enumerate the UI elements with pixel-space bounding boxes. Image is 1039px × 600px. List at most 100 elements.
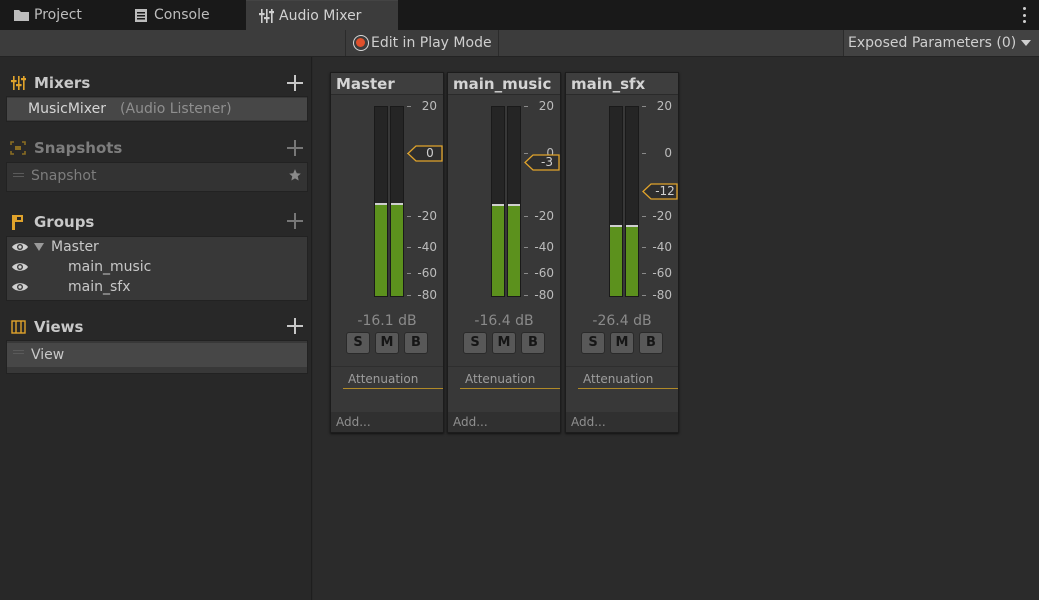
fader-value: -3 [541,155,553,170]
view-item-name: View [31,347,65,363]
drag-handle-icon[interactable] [13,353,24,354]
channel-strip[interactable]: Master200-20-40-60-800-16.1 dBSMBAttenua… [330,72,444,433]
fader-value: -12 [655,183,675,198]
meter-bar [609,106,623,297]
visibility-eye-icon[interactable] [11,261,29,273]
meter-peak [626,224,638,227]
group-item-label: main_sfx [68,279,131,295]
exposed-parameters-label: Exposed Parameters (0) [848,35,1017,51]
views-title: Views [34,318,84,336]
strip-title: Master [331,73,443,95]
snapshots-header: Snapshots [10,138,122,158]
scale-label: -40 [652,240,672,254]
solo-button[interactable]: S [581,332,605,354]
scale-tick [524,106,528,107]
tab-console[interactable]: Console [133,0,210,30]
bypass-button[interactable]: B [404,332,428,354]
snapshots-list: Snapshot [6,162,308,192]
volume-fader-handle[interactable]: -3 [524,154,560,172]
add-group-icon[interactable] [285,211,305,231]
console-icon [133,7,149,23]
mixers-icon [10,75,26,91]
mixer-toolbar: Edit in Play Mode Exposed Parameters (0) [0,30,1039,57]
add-effect-button[interactable]: Add... [566,412,678,432]
tab-project[interactable]: Project [13,0,82,30]
scale-label: -40 [417,240,437,254]
mixer-item[interactable]: MusicMixer (Audio Listener) [7,98,307,120]
db-readout: -16.4 dB [474,313,534,329]
meter-peak [610,224,622,227]
more-options-icon[interactable] [1021,7,1027,23]
scale-tick [407,295,411,296]
scale-label: -60 [534,266,554,280]
mute-button[interactable]: M [610,332,634,354]
record-icon [353,35,369,51]
view-item[interactable]: View [7,343,307,367]
mixer-sidebar: Mixers MusicMixer (Audio Listener) Snaps… [0,57,312,600]
add-mixer-icon[interactable] [285,73,305,93]
mixer-icon [258,8,274,24]
meter-bar [390,106,404,297]
tab-audio-mixer[interactable]: Audio Mixer [246,0,398,30]
meter-fill [492,205,504,296]
solo-button[interactable]: S [346,332,370,354]
mixer-item-note: (Audio Listener) [120,101,232,117]
scale-tick [524,273,528,274]
scale-label: 20 [421,99,437,113]
meter-fill [375,204,387,296]
mixers-header: Mixers [10,73,90,93]
visibility-eye-icon[interactable] [11,241,29,253]
bypass-button[interactable]: B [639,332,663,354]
attenuation-effect[interactable]: Attenuation [460,372,560,389]
snapshots-icon [10,140,26,156]
groups-title: Groups [34,213,95,231]
star-icon[interactable] [288,168,302,186]
effects-area: Attenuation [331,366,443,411]
add-effect-button[interactable]: Add... [331,412,443,432]
scale-tick [407,273,411,274]
group-item-master[interactable]: Master [7,237,307,257]
solo-button[interactable]: S [463,332,487,354]
add-view-icon[interactable] [285,316,305,336]
groups-list: Master main_music main_sfx [6,236,308,301]
volume-fader-handle[interactable]: 0 [407,145,443,162]
volume-fader-handle[interactable]: -12 [642,183,678,200]
level-meter [491,106,523,297]
scale-tick [524,216,528,217]
expand-triangle-icon[interactable] [34,243,44,251]
scale-label: -60 [417,266,437,280]
effects-area: Attenuation [448,366,560,411]
scale-tick [642,273,646,274]
scale-tick [407,216,411,217]
meter-fill [391,204,403,296]
channel-strip[interactable]: main_music 20 0 -20 -40 -60 -80 -3 -16.4 dB S M B At… [447,72,561,433]
meter-peak [375,202,387,205]
bypass-button[interactable]: B [521,332,545,354]
channel-strip[interactable]: main_sfx 20 0 -20 -40 -60 -80 -12 -26.4 dB S M B Att… [565,72,679,433]
visibility-eye-icon[interactable] [11,281,29,293]
mixers-title: Mixers [34,74,91,92]
snapshot-item-name: Snapshot [31,168,97,184]
drag-handle-icon[interactable] [13,176,24,177]
tab-bar: Project Console Audio Mixer [0,0,1039,30]
group-item-main-sfx[interactable]: main_sfx [7,277,307,297]
add-snapshot-icon[interactable] [285,138,305,158]
exposed-parameters-dropdown[interactable]: Exposed Parameters (0) [843,30,1039,56]
meter-peak [492,203,504,206]
snapshots-title: Snapshots [34,139,123,157]
attenuation-effect[interactable]: Attenuation [578,372,678,389]
add-effect-button[interactable]: Add... [448,412,560,432]
edit-in-play-mode-button[interactable]: Edit in Play Mode [345,30,499,56]
meter-bar [625,106,639,297]
scale-label: -20 [652,209,672,223]
mute-button[interactable]: M [375,332,399,354]
meter-peak [508,203,520,206]
scale-tick [642,106,646,107]
attenuation-effect[interactable]: Attenuation [343,372,443,389]
snapshot-item[interactable]: Snapshot [7,166,307,186]
group-item-main-music[interactable]: main_music [7,257,307,277]
scale-label: 20 [538,99,554,113]
scale-tick [407,106,411,107]
mute-button[interactable]: M [492,332,516,354]
db-readout: -26.4 dB [592,313,652,329]
